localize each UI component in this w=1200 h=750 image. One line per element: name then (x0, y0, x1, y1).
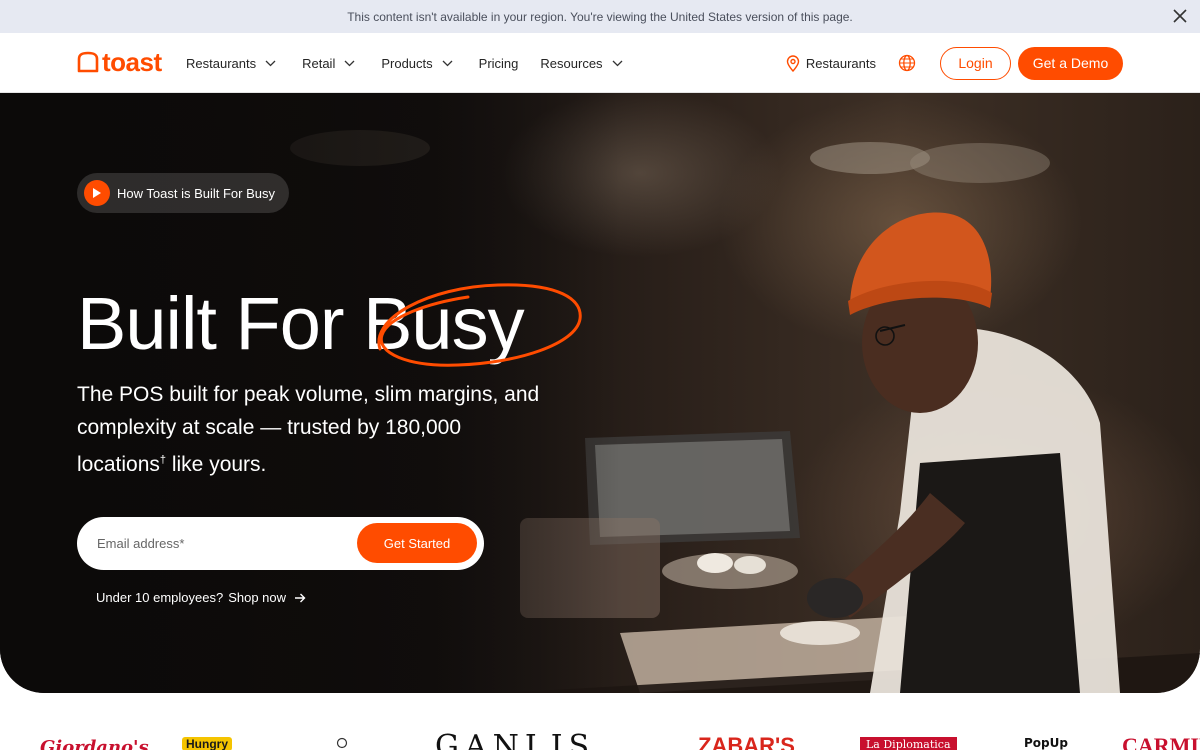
watch-video-label: How Toast is Built For Busy (117, 185, 275, 201)
hero-title-part1: Built For (77, 282, 364, 365)
site-header: toast Restaurants Retail Products Pricin… (0, 33, 1200, 93)
nav-label: Resources (540, 55, 603, 71)
scribble-circle-decoration (377, 283, 582, 367)
hero-subtitle-main: The POS built for peak volume, slim marg… (77, 383, 540, 476)
nav-products[interactable]: Products (381, 55, 453, 71)
brand-logo-popup: PopUp (1024, 736, 1068, 750)
get-started-button[interactable]: Get Started (357, 523, 477, 563)
nav-restaurants[interactable]: Restaurants (186, 56, 276, 71)
customer-logos: Giordano's Hungry GANLIS ZABAR'S La Dipl… (0, 693, 1200, 750)
region-banner: This content isn't available in your reg… (0, 0, 1200, 33)
email-signup-form: Get Started (77, 517, 484, 570)
nav-resources[interactable]: Resources (540, 55, 623, 71)
hero-section: How Toast is Built For Busy Built For Bu… (0, 93, 1200, 693)
globe-icon[interactable] (898, 54, 916, 72)
chevron-down-icon (265, 60, 276, 66)
map-pin-icon (786, 54, 800, 72)
location-label: Restaurants (805, 55, 876, 71)
toast-logo-icon (77, 51, 99, 73)
arrow-right-icon (295, 593, 306, 602)
play-icon (84, 180, 110, 206)
close-icon[interactable] (1170, 6, 1190, 26)
brand-logo-ganlis: GANLIS (435, 729, 596, 750)
get-demo-button[interactable]: Get a Demo (1018, 46, 1123, 80)
brand-logo-carmines: CARMINE'S (1122, 733, 1200, 750)
location-selector[interactable]: Restaurants (786, 54, 876, 72)
logo-text: toast (102, 47, 162, 77)
region-banner-text: This content isn't available in your reg… (347, 9, 853, 24)
nav-pricing[interactable]: Pricing (479, 56, 519, 71)
main-nav: Restaurants Retail Products Pricing Reso… (186, 33, 649, 93)
nav-label: Retail (302, 55, 336, 71)
chevron-down-icon (442, 60, 453, 66)
login-button[interactable]: Login (940, 46, 1011, 80)
nav-label: Products (381, 55, 433, 71)
chevron-down-icon (344, 60, 355, 66)
brand-logo-la-diplomatica: La Diplomatica (860, 737, 957, 750)
hero-subtitle: The POS built for peak volume, slim marg… (77, 378, 547, 481)
shop-now-label: Shop now (228, 590, 287, 605)
brand-logo-small (336, 737, 348, 750)
chevron-down-icon (612, 60, 623, 66)
small-business-question: Under 10 employees? (96, 590, 224, 605)
email-field[interactable] (97, 536, 337, 551)
brand-logo-giordanos: Giordano's (40, 737, 149, 750)
hero-subtitle-end: like yours. (166, 453, 267, 476)
toast-logo[interactable]: toast (76, 48, 162, 76)
header-actions: Restaurants Login Get a Demo (786, 33, 1123, 93)
shop-now-link[interactable]: Shop now (228, 590, 306, 605)
watch-video-button[interactable]: How Toast is Built For Busy (77, 173, 289, 213)
nav-retail[interactable]: Retail (302, 56, 355, 71)
brand-logo-zabars: ZABAR'S (698, 733, 795, 750)
small-business-prompt: Under 10 employees? Shop now (96, 590, 306, 605)
nav-label: Restaurants (186, 55, 257, 71)
nav-label: Pricing (478, 55, 519, 71)
brand-logo-hungry: Hungry (182, 737, 232, 750)
